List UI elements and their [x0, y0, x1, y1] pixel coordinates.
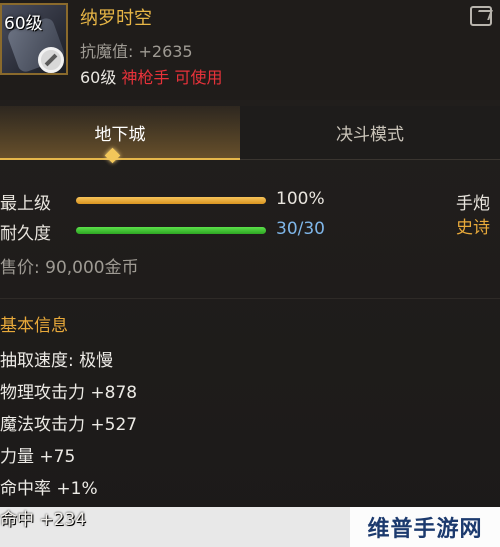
- item-level-tag: 60级: [4, 14, 43, 34]
- divider: [0, 298, 500, 299]
- stat-line: 魔法攻击力 +527: [0, 415, 138, 435]
- magic-resist: 抗魔值: +2635: [80, 42, 193, 61]
- sell-price: 售价: 90,000金币: [0, 258, 139, 278]
- durability-value: 30/30: [276, 219, 325, 239]
- grade-bar: [76, 197, 266, 204]
- unusable-icon: [38, 47, 64, 73]
- item-header: 60级 纳罗时空 抗魔值: +2635 60级 神枪手 可使用: [0, 0, 500, 100]
- grade-bar-fill: [76, 197, 266, 204]
- requirement: 60级 神枪手 可使用: [80, 64, 223, 88]
- stat-line: 力量 +75: [0, 447, 76, 467]
- tab-dungeon[interactable]: 地下城: [0, 106, 240, 160]
- stat-line: 命中率 +1%: [0, 479, 98, 499]
- required-level: 60级: [80, 68, 117, 87]
- stat-line: 命中 +234: [0, 510, 87, 530]
- required-class: 神枪手 可使用: [121, 68, 223, 87]
- item-tooltip-panel: 60级 纳罗时空 抗魔值: +2635 60级 神枪手 可使用 地下城 决斗模式…: [0, 0, 500, 547]
- watermark: 维普手游网: [350, 507, 500, 547]
- stat-line: 抽取速度: 极慢: [0, 351, 114, 371]
- grade-value: 100%: [276, 189, 325, 209]
- item-icon[interactable]: 60级: [0, 3, 68, 75]
- bar-label-durability: 耐久度: [0, 224, 51, 244]
- durability-bar: [76, 227, 266, 234]
- tab-duel[interactable]: 决斗模式: [240, 106, 500, 160]
- durability-bar-fill: [76, 227, 266, 234]
- basic-info-title: 基本信息: [0, 316, 68, 336]
- weapon-type: 手炮: [456, 194, 490, 214]
- mode-tabs: 地下城 决斗模式: [0, 106, 500, 160]
- share-icon[interactable]: [470, 6, 492, 26]
- stat-line: 物理攻击力 +878: [0, 383, 138, 403]
- rarity: 史诗: [456, 218, 490, 238]
- bar-label-grade: 最上级: [0, 194, 51, 214]
- item-name: 纳罗时空: [80, 8, 152, 29]
